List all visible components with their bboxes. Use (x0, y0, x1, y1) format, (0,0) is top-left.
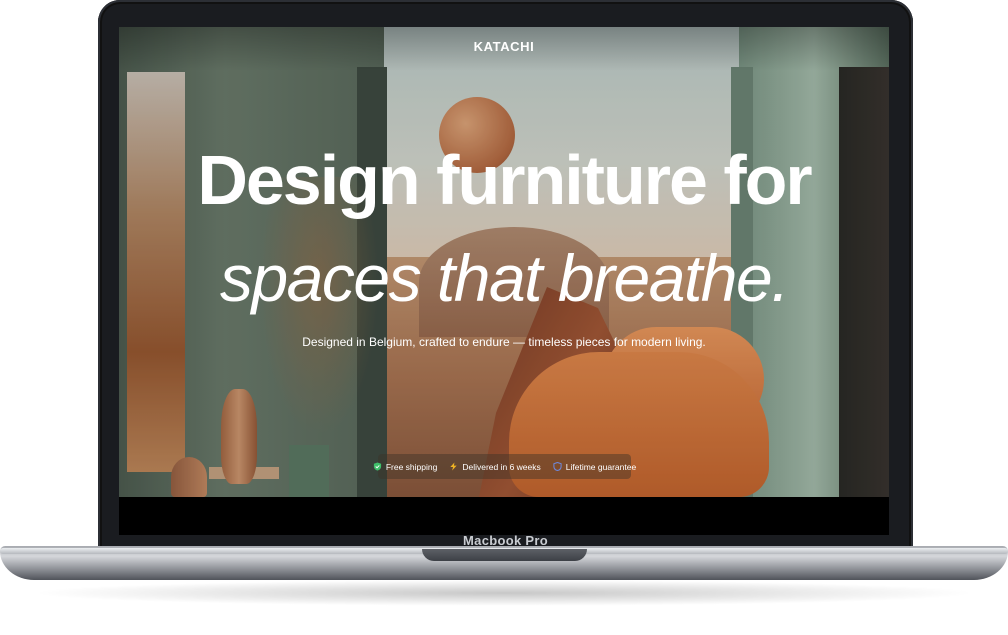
hero-headline-line1: Design furniture for (197, 141, 812, 219)
feature-item-guarantee: Lifetime guarantee (553, 462, 636, 472)
hero-headline-line2: spaces that breathe. (219, 241, 790, 315)
shield-check-icon (373, 462, 381, 471)
lightning-icon (450, 462, 457, 471)
feature-item-delivery: Delivered in 6 weeks (449, 461, 541, 472)
screen-bezel-bottom (119, 497, 889, 535)
brand-logo[interactable]: KATACHI (119, 39, 889, 54)
device-shadow (30, 580, 978, 606)
feature-item-shipping: Free shipping (373, 461, 438, 472)
laptop-hinge-notch (422, 549, 587, 561)
feature-label: Lifetime guarantee (565, 461, 637, 472)
feature-label: Free shipping (385, 461, 438, 472)
shield-icon (553, 462, 562, 471)
feature-label: Delivered in 6 weeks (462, 461, 541, 472)
hero-subheadline: Designed in Belgium, crafted to endure —… (302, 335, 706, 349)
laptop-screen: KATACHI Design furniture for spaces that… (119, 27, 889, 497)
feature-bar: Free shipping Delivered in 6 weeks Lifet… (373, 454, 636, 479)
